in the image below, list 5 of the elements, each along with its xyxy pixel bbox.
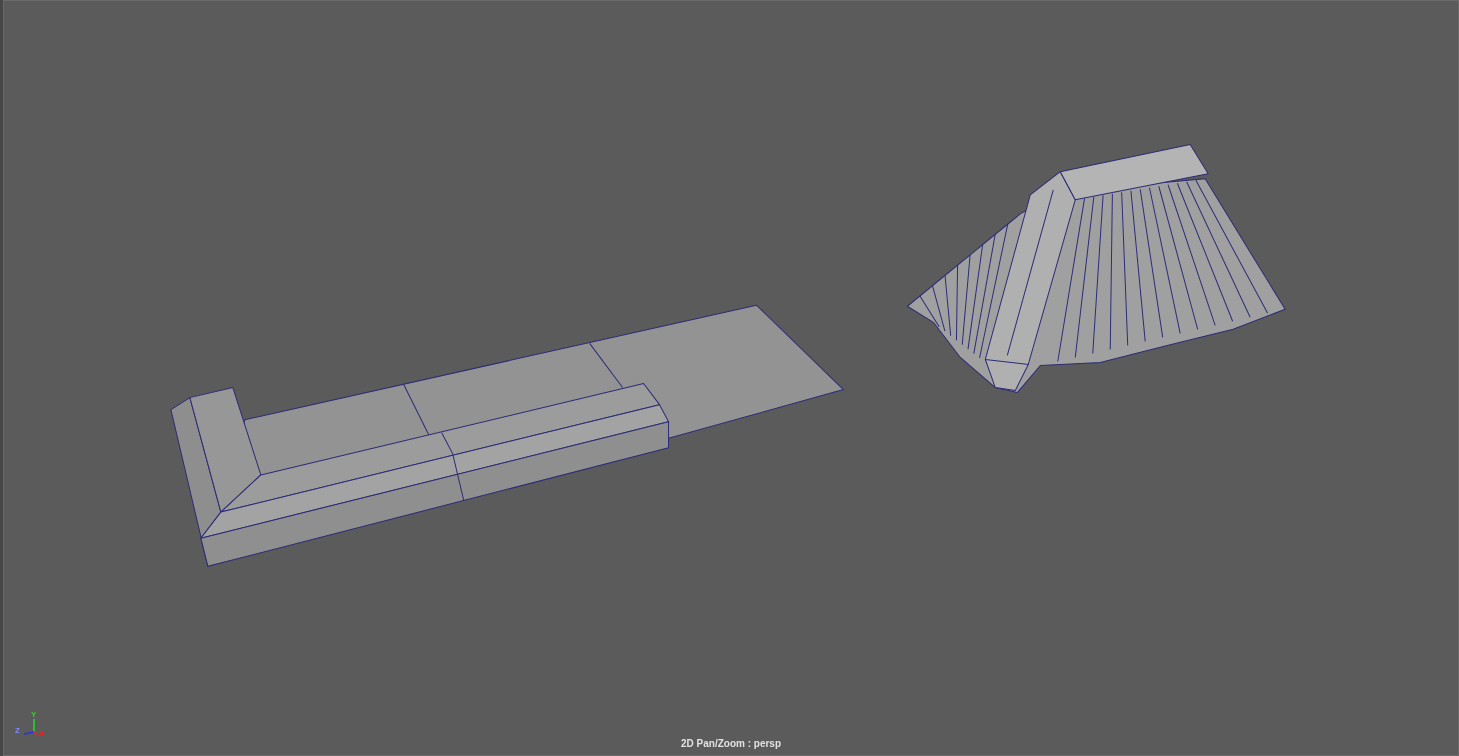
camera-label: 2D Pan/Zoom : persp [681, 738, 781, 749]
x-axis-label: X [39, 729, 45, 737]
y-axis-label: Y [31, 710, 37, 719]
z-axis-label: Z [15, 726, 20, 735]
axis-gizmo-icon [23, 718, 39, 736]
